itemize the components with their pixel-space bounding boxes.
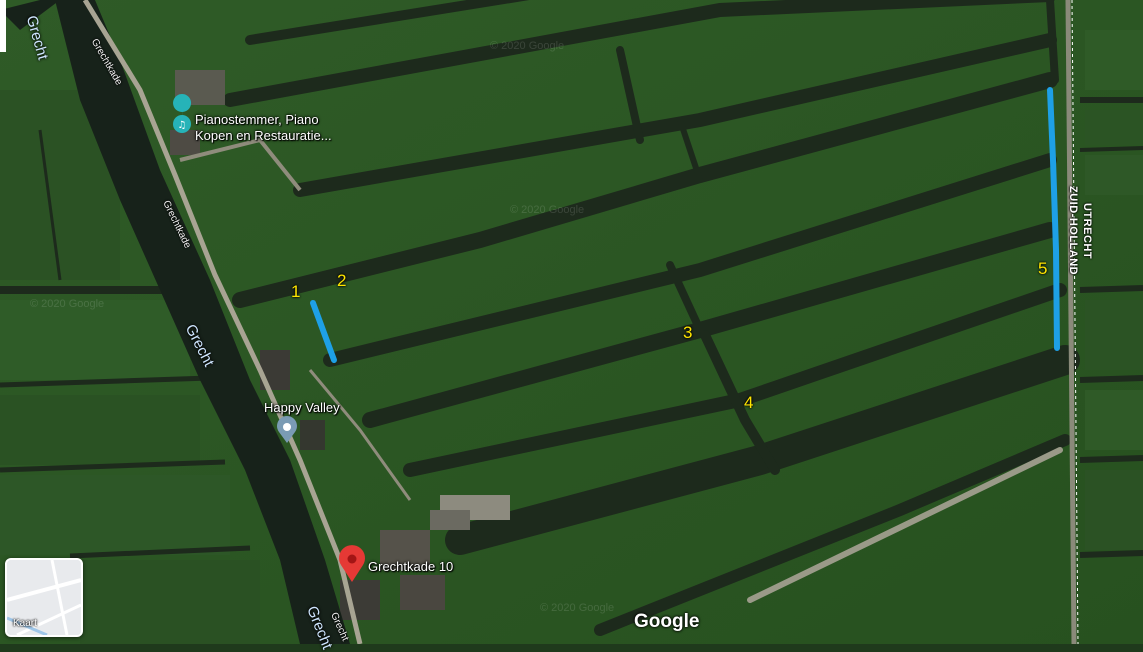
marker-2: 2 — [337, 271, 347, 290]
marker-1: 1 — [291, 282, 301, 301]
watermark: © 2020 Google — [510, 204, 585, 216]
marker-4: 4 — [744, 393, 754, 412]
province-label-zuid-holland: ZUID-HOLLAND — [1067, 186, 1079, 276]
satellite-map[interactable]: ♫ — [0, 0, 1143, 644]
map-edge-artifact — [0, 0, 6, 52]
province-label-utrecht: UTRECHT — [1081, 203, 1093, 260]
place-label-line: Kopen en Restauratie... — [195, 128, 332, 143]
svg-text:♫: ♫ — [178, 120, 187, 131]
pin-label[interactable]: Grechtkade 10 — [368, 559, 453, 575]
place-label-happy-valley[interactable]: Happy Valley — [264, 400, 340, 416]
watermark: © 2020 Google — [540, 602, 615, 614]
place-label-pianostemmer[interactable]: Pianostemmer, Piano Kopen en Restauratie… — [195, 112, 332, 144]
marker-3: 3 — [683, 323, 693, 342]
map-type-toggle-button[interactable]: Kaart — [5, 558, 83, 637]
marker-5: 5 — [1038, 259, 1048, 278]
map-type-label: Kaart — [13, 618, 37, 629]
place-label-line: Pianostemmer, Piano — [195, 112, 319, 127]
watermark: © 2020 Google — [30, 298, 105, 310]
google-logo: Google — [634, 611, 700, 632]
watermark: © 2020 Google — [490, 40, 565, 52]
